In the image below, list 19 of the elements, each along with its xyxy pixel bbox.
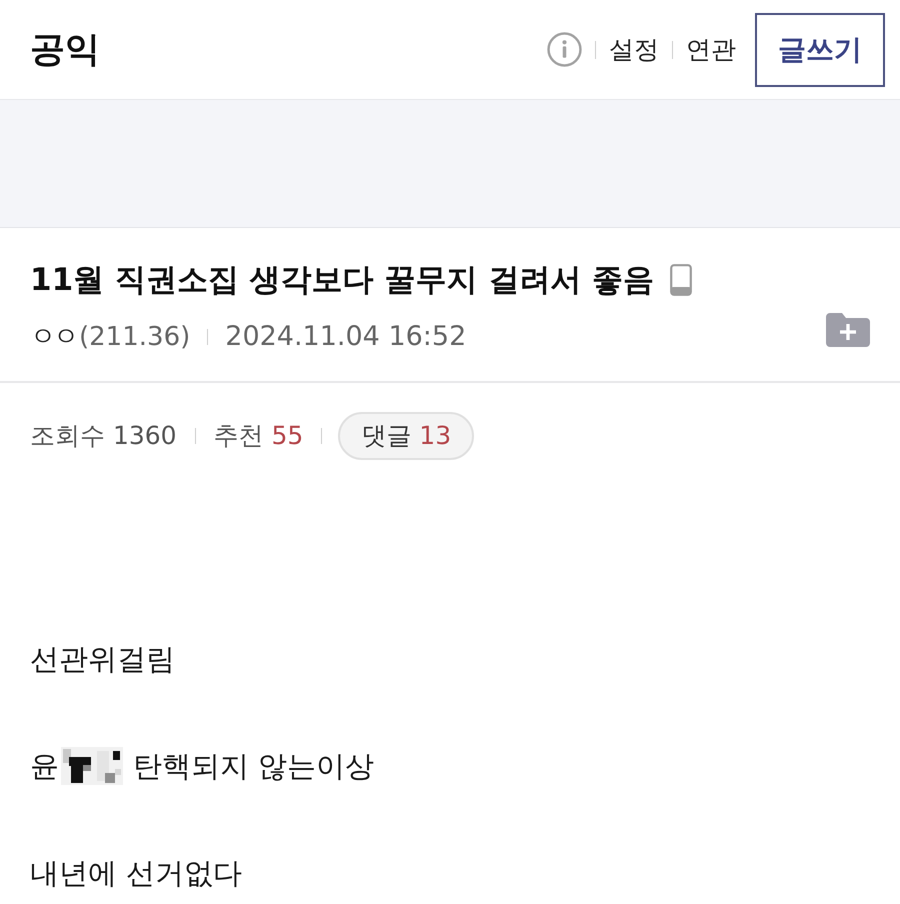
header-link[interactable]: 연관 xyxy=(686,32,736,68)
info-icon[interactable] xyxy=(547,32,582,67)
stat-count: 추천 55 xyxy=(214,420,304,452)
phone-icon xyxy=(670,264,692,296)
header-link[interactable]: 설정 xyxy=(609,32,659,68)
write-button[interactable]: 글쓰기 xyxy=(755,12,885,86)
comment-count-button[interactable]: 댓글 13 xyxy=(338,412,474,460)
gallery-title: 공익 xyxy=(30,28,100,72)
stat-count: 조회수 1360 xyxy=(30,420,177,452)
post-title: 11월 직권소집 생각보다 꿀무지 걸려서 좋음 xyxy=(30,261,654,300)
body-text: 내년에 선거없다 xyxy=(30,855,242,892)
body-text: 윤 xyxy=(30,748,59,785)
body-text: 선관위걸림 xyxy=(30,641,175,678)
body-text: 탄핵되지 않는이상 xyxy=(133,748,374,785)
pixel-mosaic-icon xyxy=(61,747,123,785)
author-name: ㅇㅇ xyxy=(30,321,76,354)
author-ip: (211.36) xyxy=(79,321,190,354)
folder-add-icon[interactable] xyxy=(826,311,870,347)
post-date: 2024.11.04 16:52 xyxy=(225,320,466,354)
